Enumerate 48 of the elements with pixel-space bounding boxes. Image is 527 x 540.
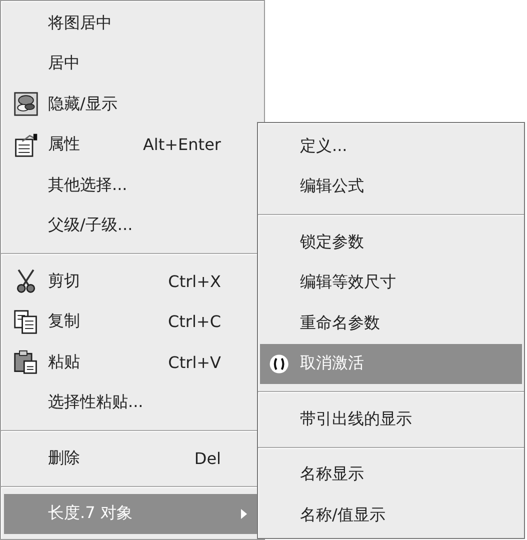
shortcut-label: Ctrl+V — [168, 352, 221, 372]
menu-item[interactable]: 居中 — [4, 44, 261, 84]
menu-item-label: 长度.7 对象 — [48, 503, 132, 524]
menu-item-label: 删除 — [48, 448, 80, 469]
menu-item-label: 编辑公式 — [300, 176, 364, 198]
menu-item-label: 名称/值显示 — [300, 504, 386, 526]
menu-item[interactable]: 重命名参数 — [260, 303, 522, 344]
menu-item[interactable]: 父级/子级... — [4, 206, 261, 246]
menu-item-label: 重命名参数 — [300, 312, 380, 334]
menu-item-label: 锁定参数 — [300, 232, 364, 253]
shortcut-label: Ctrl+X — [168, 272, 221, 291]
shortcut-label: Del — [194, 448, 221, 468]
menu-item[interactable]: 编辑等效尺寸 — [260, 262, 522, 303]
menu-item[interactable]: 将图居中 — [4, 3, 261, 44]
menu-item-label: 编辑等效尺寸 — [300, 272, 396, 294]
menu-item-label: 带引出线的显示 — [300, 408, 412, 430]
menu-item-label: 其他选择... — [48, 174, 128, 196]
menu-item-label: 复制 — [48, 311, 80, 332]
menu-item[interactable]: 删除 Del — [4, 438, 261, 478]
menu-item-label: 粘贴 — [48, 352, 80, 373]
menu-item-label: 将图居中 — [48, 12, 112, 34]
menu-item-label: 隐藏/显示 — [48, 94, 118, 115]
menu-item[interactable]: 隐藏/显示 — [4, 84, 261, 124]
menu-item[interactable]: 粘贴 Ctrl+V — [4, 342, 261, 382]
properties-icon — [13, 132, 39, 158]
menu-item[interactable]: 名称/值显示 — [260, 495, 522, 536]
menu-item[interactable]: 剪切 Ctrl+X — [4, 261, 261, 302]
menu-item[interactable]: 带引出线的显示 — [260, 399, 522, 440]
menu-item-label: 定义... — [300, 136, 348, 157]
menu-item-label: 属性 — [48, 134, 80, 156]
menu-item[interactable]: 编辑公式 — [260, 166, 522, 207]
menu-item-label: 选择性粘贴... — [48, 392, 144, 414]
menu-item[interactable]: 复制 Ctrl+C — [4, 302, 261, 342]
paste-icon — [13, 349, 39, 376]
menu-item[interactable]: 锁定参数 — [260, 222, 522, 262]
menu-item[interactable]: 名称显示 — [260, 454, 522, 495]
menu-item[interactable]: 选择性粘贴... — [4, 382, 261, 423]
shortcut-label: Ctrl+C — [168, 312, 221, 332]
menu-item[interactable]: 定义... — [260, 126, 522, 166]
menu-item-label: 取消激活 — [300, 353, 364, 374]
shortcut-label: Alt+Enter — [142, 135, 221, 154]
menu-item[interactable]: 其他选择... — [4, 165, 261, 206]
menu-item-label: 剪切 — [48, 270, 80, 292]
menu-item-label: 父级/子级... — [48, 215, 133, 236]
menu-item-label: 居中 — [48, 53, 80, 74]
menu-item-label: 名称显示 — [300, 464, 364, 486]
copy-icon — [13, 308, 39, 335]
menu-item[interactable]: 属性 Alt+Enter — [4, 124, 261, 165]
